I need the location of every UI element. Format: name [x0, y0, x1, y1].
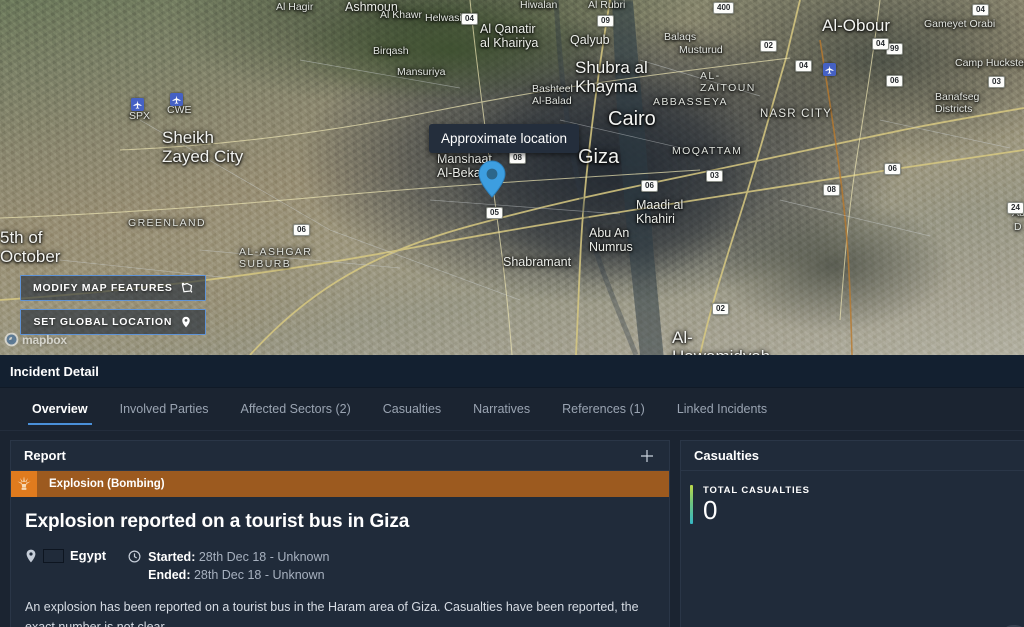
route-shield: 04 [795, 60, 812, 72]
report-dates-text: Started: 28th Dec 18 - Unknown Ended: 28… [148, 548, 329, 584]
map-controls: MODIFY MAP FEATURES SET GLOBAL LOCATION [20, 275, 206, 335]
stat-accent-bar [690, 485, 693, 524]
stat-text: TOTAL CASUALTIES 0 [703, 485, 810, 524]
explosion-icon-glyph [16, 476, 32, 492]
route-shield: 08 [509, 152, 526, 164]
route-shield: 05 [486, 207, 503, 219]
no-casualties-empty-state: No Casu [982, 622, 1024, 627]
approximate-location-marker[interactable] [478, 160, 506, 198]
detail-cards: Report [0, 431, 1024, 627]
egypt-flag-icon [43, 549, 64, 563]
ended-label: Ended: [148, 568, 190, 582]
location-pin-icon [25, 549, 37, 563]
page-title: Incident Detail [10, 364, 99, 379]
route-shield: 06 [884, 163, 901, 175]
tab-references-1[interactable]: References (1) [546, 387, 661, 430]
report-description: An explosion has been reported on a tour… [25, 598, 655, 627]
report-card: Report [10, 440, 670, 627]
report-title: Explosion reported on a tourist bus in G… [25, 511, 655, 533]
route-shield: 04 [872, 38, 889, 50]
set-global-location-label: SET GLOBAL LOCATION [33, 316, 172, 328]
total-casualties-stat: TOTAL CASUALTIES 0 [690, 485, 1024, 524]
route-shield: 24 [1007, 202, 1024, 214]
started-value: 28th Dec 18 - Unknown [199, 550, 330, 564]
tab-casualties[interactable]: Casualties [367, 387, 457, 430]
report-dates: Started: 28th Dec 18 - Unknown Ended: 28… [128, 548, 329, 584]
modify-map-features-button[interactable]: MODIFY MAP FEATURES [20, 275, 206, 301]
airport-icon [823, 63, 836, 76]
tab-linked-incidents[interactable]: Linked Incidents [661, 387, 783, 430]
route-shield: 08 [823, 184, 840, 196]
route-shield: 400 [713, 2, 734, 14]
incident-detail-app: Al HagirAshmounAl KhawrHelwasiHiwalanAl … [0, 0, 1024, 627]
plus-icon [639, 448, 655, 464]
started-label: Started: [148, 550, 195, 564]
route-shield: 02 [760, 40, 777, 52]
country-label: Egypt [70, 548, 106, 563]
location-pin-icon-glyph [25, 549, 37, 563]
casualties-body: TOTAL CASUALTIES 0 No Casu [681, 471, 1024, 627]
tab-overview[interactable]: Overview [16, 387, 104, 430]
airport-icon [131, 98, 144, 111]
report-body: Explosion reported on a tourist bus in G… [11, 497, 669, 627]
add-report-button[interactable] [638, 447, 656, 465]
tab-affected-sectors-2[interactable]: Affected Sectors (2) [225, 387, 367, 430]
incident-type-label: Explosion (Bombing) [37, 478, 165, 490]
incident-detail-panel: Incident Detail OverviewInvolved Parties… [0, 355, 1024, 627]
route-shield: 04 [972, 4, 989, 16]
polygon-layers-icon [181, 282, 193, 294]
route-shield: 06 [641, 180, 658, 192]
modify-map-features-label: MODIFY MAP FEATURES [33, 282, 173, 294]
tab-involved-parties[interactable]: Involved Parties [104, 387, 225, 430]
casualties-card-header: Casualties [681, 441, 1024, 471]
map-view[interactable]: Al HagirAshmounAl KhawrHelwasiHiwalanAl … [0, 0, 1024, 355]
medical-bag-icon [982, 622, 1024, 627]
incident-detail-header: Incident Detail [0, 355, 1024, 388]
map-pin-marker-icon [478, 160, 506, 198]
casualties-card-title: Casualties [694, 448, 759, 463]
route-shield: 02 [712, 303, 729, 315]
explosion-icon [11, 471, 37, 497]
started-row: Started: 28th Dec 18 - Unknown [148, 548, 329, 566]
report-location: Egypt [25, 548, 106, 563]
airport-icon [170, 93, 183, 106]
route-shield: 03 [988, 76, 1005, 88]
total-casualties-label: TOTAL CASUALTIES [703, 485, 810, 496]
total-casualties-value: 0 [703, 497, 810, 524]
route-shield: 09 [597, 15, 614, 27]
mapbox-logo-icon [4, 332, 19, 347]
incident-detail-tabs: OverviewInvolved PartiesAffected Sectors… [0, 388, 1024, 431]
set-global-location-button[interactable]: SET GLOBAL LOCATION [20, 309, 206, 335]
casualties-card: Casualties TOTAL CASUALTIES 0 [680, 440, 1024, 627]
route-shield: 06 [886, 75, 903, 87]
report-card-title: Report [24, 448, 66, 463]
report-card-header: Report [11, 441, 669, 471]
incident-type-band: Explosion (Bombing) [11, 471, 669, 497]
route-shield: 03 [706, 170, 723, 182]
clock-icon-glyph [128, 550, 141, 563]
route-shield: 04 [461, 13, 478, 25]
tab-narratives[interactable]: Narratives [457, 387, 546, 430]
approximate-location-tooltip: Approximate location [429, 124, 579, 153]
report-meta-row: Egypt Started: 28th De [25, 548, 655, 584]
clock-icon [128, 548, 141, 563]
ended-row: Ended: 28th Dec 18 - Unknown [148, 566, 329, 584]
route-shield: 06 [293, 224, 310, 236]
ended-value: 28th Dec 18 - Unknown [194, 568, 325, 582]
map-pin-icon [180, 316, 192, 328]
